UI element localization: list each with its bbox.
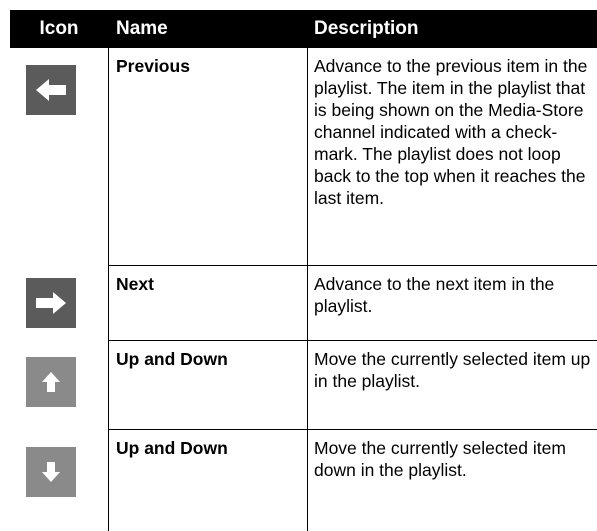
arrow-up-icon	[26, 357, 76, 407]
icon-reference-table: Icon Name Description Previous Advance t…	[10, 10, 597, 531]
table-row: Up and Down Move the currently selected …	[10, 341, 597, 430]
table-row: Up and Down Move the currently selected …	[10, 430, 597, 531]
item-name: Next	[108, 266, 308, 341]
icon-cell	[10, 341, 108, 430]
item-description: Advance to the next item in the playlist…	[314, 274, 555, 316]
icon-cell	[10, 266, 108, 341]
arrow-left-icon	[26, 65, 76, 115]
header-icon: Icon	[39, 18, 79, 39]
item-name: Previous	[108, 48, 308, 266]
item-description: Move the currently selected item down in…	[314, 438, 566, 480]
header-name: Name	[116, 18, 168, 39]
item-name: Up and Down	[108, 341, 308, 430]
table-header: Icon Name Description	[10, 10, 597, 48]
icon-cell	[10, 430, 108, 531]
table-row: Previous Advance to the previous item in…	[10, 48, 597, 266]
icon-cell	[10, 48, 108, 266]
item-description: Advance to the previous item in the play…	[314, 56, 588, 208]
arrow-down-icon	[26, 447, 76, 497]
table-row: Next Advance to the next item in the pla…	[10, 266, 597, 341]
header-description: Description	[314, 18, 419, 39]
arrow-right-icon	[26, 278, 76, 328]
item-description: Move the currently selected item up in t…	[314, 349, 591, 391]
item-name: Up and Down	[108, 430, 308, 531]
